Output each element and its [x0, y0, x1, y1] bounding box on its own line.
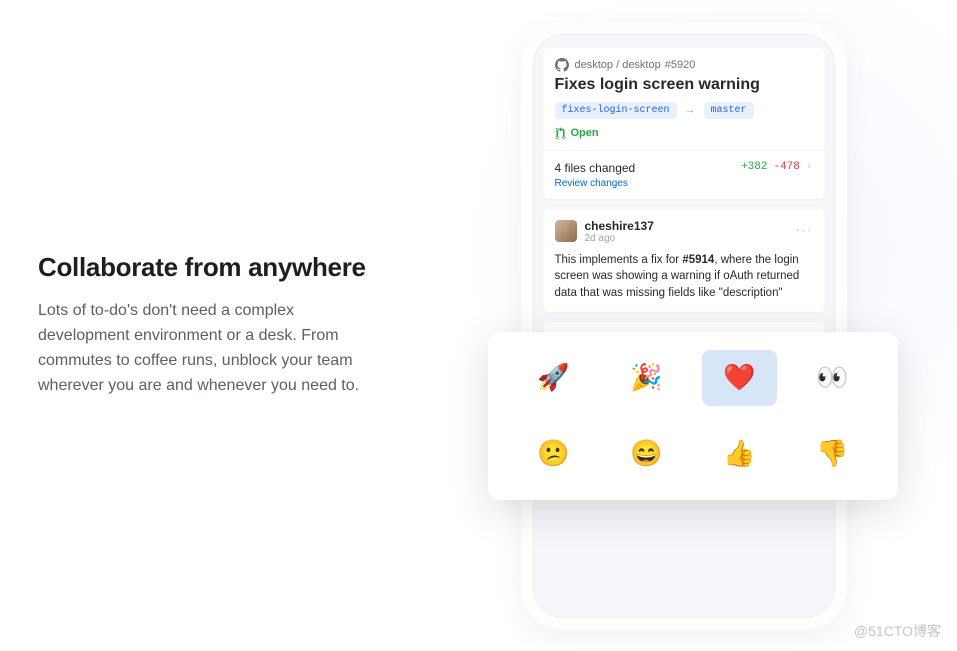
reaction-tada[interactable]: 🎉 — [609, 350, 684, 406]
pr-title: Fixes login screen warning — [543, 72, 825, 102]
files-changed-row[interactable]: 4 files changed Review changes +382 -478… — [543, 150, 825, 199]
git-pull-request-icon — [555, 127, 566, 140]
deletions-count: -478 — [773, 161, 799, 173]
headline: Collaborate from anywhere — [38, 252, 368, 283]
comment-author[interactable]: cheshire137 — [585, 219, 654, 233]
phone-mockup: desktop / desktop #5920 Fixes login scre… — [521, 22, 847, 630]
reaction-picker: 🚀 🎉 ❤️ 👀 😕 😄 👍 👎 — [488, 332, 898, 500]
reaction-thumbs-down[interactable]: 👎 — [795, 426, 870, 482]
repo-path: desktop / desktop — [575, 59, 661, 71]
chevron-right-icon: › — [806, 161, 813, 173]
github-icon — [555, 58, 569, 72]
additions-count: +382 — [741, 161, 767, 173]
comment-timestamp: 2d ago — [585, 233, 654, 244]
watermark: @51CTO博客 — [854, 621, 941, 641]
issue-number: #5920 — [665, 59, 696, 71]
arrow-right-icon: → — [685, 104, 696, 116]
review-changes-link[interactable]: Review changes — [555, 178, 636, 189]
reaction-heart[interactable]: ❤️ — [702, 350, 777, 406]
reaction-eyes[interactable]: 👀 — [795, 350, 870, 406]
source-branch-tag[interactable]: fixes-login-screen — [555, 102, 677, 119]
reaction-confused[interactable]: 😕 — [516, 426, 591, 482]
comment-body: This implements a fix for #5914, where t… — [555, 252, 813, 302]
files-changed-label: 4 files changed — [555, 161, 636, 175]
reaction-thumbs-up[interactable]: 👍 — [702, 426, 777, 482]
body-text: Lots of to-do's don't need a complex dev… — [38, 299, 368, 398]
target-branch-tag[interactable]: master — [704, 102, 754, 119]
pr-status: Open — [571, 127, 599, 139]
repo-breadcrumb[interactable]: desktop / desktop #5920 — [543, 48, 825, 72]
issue-reference[interactable]: #5914 — [682, 254, 714, 266]
reaction-rocket[interactable]: 🚀 — [516, 350, 591, 406]
marketing-copy: Collaborate from anywhere Lots of to-do'… — [38, 252, 368, 398]
avatar[interactable] — [555, 220, 577, 242]
comment-card: ··· cheshire137 2d ago This implements a… — [543, 209, 825, 312]
pr-header-card: desktop / desktop #5920 Fixes login scre… — [543, 48, 825, 199]
reaction-laugh[interactable]: 😄 — [609, 426, 684, 482]
more-actions-icon[interactable]: ··· — [796, 221, 813, 237]
